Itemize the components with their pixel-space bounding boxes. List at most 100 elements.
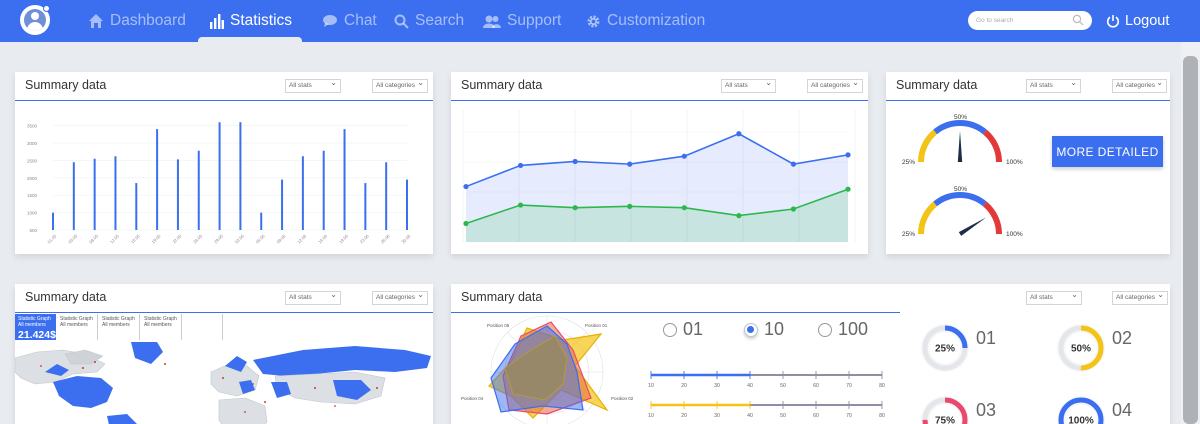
summary-card-bars: Summary data All stats All categories 35… bbox=[15, 72, 433, 254]
nav-statistics[interactable]: Statistics bbox=[209, 0, 292, 42]
data-point bbox=[681, 153, 687, 159]
gauge-arc-blue bbox=[933, 120, 987, 135]
data-point bbox=[463, 183, 469, 190]
legend-item-selected[interactable]: Statistic Graph All members 21.424$ bbox=[15, 314, 56, 341]
slider-tick-label: 60 bbox=[813, 413, 819, 419]
slider-tick-label: 60 bbox=[813, 383, 819, 389]
slider-tick-label: 70 bbox=[846, 383, 852, 389]
y-tick-label: 2500 bbox=[27, 158, 38, 163]
slider-tick-label: 50 bbox=[780, 383, 786, 389]
radar-label: Position 02 bbox=[611, 396, 634, 401]
stats-dropdown[interactable]: All stats bbox=[1026, 78, 1081, 93]
x-tick-label: 16.06 bbox=[317, 233, 328, 244]
radio-circle[interactable] bbox=[818, 322, 832, 337]
bar-chart: 3500 3000 2500 2000 1500 1000 500 01.05 05.05 08.… bbox=[27, 122, 412, 244]
nav-chat[interactable]: Chat bbox=[322, 0, 377, 42]
scrollbar-thumb[interactable] bbox=[1183, 56, 1198, 424]
data-point bbox=[517, 162, 524, 169]
radio-option-01[interactable]: 01 bbox=[663, 319, 703, 340]
card-divider bbox=[15, 100, 433, 101]
data-point bbox=[517, 202, 524, 208]
card-divider bbox=[451, 312, 900, 313]
x-tick-label: 23.06 bbox=[359, 233, 370, 244]
legend-item[interactable]: Statistic Graph All members bbox=[99, 314, 140, 340]
gauge-arc-red bbox=[982, 129, 1002, 163]
nav-customization[interactable]: Customization bbox=[586, 0, 705, 42]
x-tick-label: 26.05 bbox=[192, 233, 203, 244]
x-tick-label: 22.05 bbox=[171, 233, 182, 244]
radio-label: 10 bbox=[764, 319, 785, 339]
nav-search-label: Search bbox=[415, 12, 465, 29]
radio-label: 100 bbox=[838, 319, 869, 339]
stats-dropdown[interactable]: All stats bbox=[285, 78, 341, 93]
card-divider bbox=[15, 312, 433, 313]
categories-dropdown[interactable]: All categories bbox=[1112, 78, 1167, 93]
gauge-label-top: 50% bbox=[954, 186, 967, 193]
user-icon bbox=[24, 9, 46, 31]
radio-circle[interactable] bbox=[663, 322, 677, 337]
radar-label: Position 05 bbox=[487, 323, 510, 328]
legend-item[interactable]: Statistic Graph All members bbox=[57, 314, 98, 340]
x-tick-label: 05.06 bbox=[255, 233, 266, 244]
data-point bbox=[790, 206, 797, 212]
card-title: Summary data bbox=[461, 290, 543, 304]
gauge-needle bbox=[957, 131, 963, 162]
categories-dropdown[interactable]: All categories bbox=[1112, 290, 1168, 305]
slider-tick-label: 20 bbox=[681, 383, 687, 389]
card-divider bbox=[886, 100, 1170, 101]
logout-label: Logout bbox=[1125, 13, 1170, 29]
card-title: Summary data bbox=[896, 78, 978, 92]
x-tick-label: 12.05 bbox=[109, 233, 120, 244]
x-tick-label: 29.05 bbox=[213, 233, 224, 244]
gauge-label-right: 100% bbox=[1006, 159, 1023, 166]
data-point bbox=[736, 213, 742, 219]
user-avatar[interactable] bbox=[20, 5, 50, 35]
radar-label: Position 04 bbox=[461, 396, 484, 401]
search-input[interactable] bbox=[976, 14, 1072, 27]
categories-dropdown[interactable]: All categories bbox=[807, 78, 863, 93]
active-tab-indicator bbox=[198, 37, 302, 42]
gauge-label-right: 100% bbox=[1006, 231, 1023, 238]
slider-tick-label: 30 bbox=[714, 383, 720, 389]
stats-dropdown[interactable]: All stats bbox=[721, 78, 776, 93]
logout-button[interactable]: Logout bbox=[1106, 0, 1169, 42]
radio-label: 01 bbox=[683, 319, 704, 339]
stats-dropdown[interactable]: All stats bbox=[285, 290, 341, 305]
nav-support[interactable]: Support bbox=[483, 0, 561, 42]
x-tick-label: 15.05 bbox=[130, 233, 141, 244]
nav-support-label: Support bbox=[507, 12, 562, 29]
range-sliders: 10 20 30 40 50 60 70 80 10 20 30 40 50 60 70 80 bbox=[648, 371, 885, 419]
x-tick-label: 26.06 bbox=[380, 233, 391, 244]
support-icon bbox=[483, 15, 501, 28]
gauge-arc-blue bbox=[933, 192, 987, 207]
nav-search[interactable]: Search bbox=[394, 0, 464, 42]
nav-statistics-label: Statistics bbox=[230, 12, 293, 29]
summary-card-gauges: Summary data All stats All categories 25… bbox=[886, 72, 1170, 254]
card-divider bbox=[451, 100, 868, 101]
gauge-label-top: 50% bbox=[954, 114, 967, 121]
data-point bbox=[736, 131, 742, 137]
slider-tick-label: 10 bbox=[648, 383, 654, 389]
radio-option-100[interactable]: 100 bbox=[818, 319, 868, 340]
gear-icon bbox=[587, 15, 600, 27]
chat-icon bbox=[323, 15, 337, 27]
radio-option-10[interactable]: 10 bbox=[744, 319, 784, 340]
search-box[interactable] bbox=[968, 11, 1092, 30]
x-tick-label: 19.06 bbox=[338, 233, 349, 244]
legend-sub: All members bbox=[60, 322, 88, 328]
power-icon bbox=[1106, 15, 1120, 28]
y-tick-label: 2000 bbox=[27, 176, 38, 181]
legend-item[interactable]: Statistic Graph All members bbox=[141, 314, 182, 340]
categories-dropdown[interactable]: All categories bbox=[372, 290, 428, 305]
more-detailed-button[interactable]: MORE DETAILED bbox=[1052, 136, 1163, 167]
slider-tick-label: 70 bbox=[846, 413, 852, 419]
donut-percent-label: 75% bbox=[935, 416, 955, 424]
nav-dashboard[interactable]: Dashboard bbox=[88, 0, 186, 42]
y-tick-label: 3500 bbox=[27, 124, 38, 129]
slider-tick-label: 50 bbox=[780, 413, 786, 419]
categories-dropdown[interactable]: All categories bbox=[372, 78, 428, 93]
stats-dropdown[interactable]: All stats bbox=[1026, 290, 1082, 305]
radio-circle[interactable] bbox=[744, 322, 758, 337]
x-tick-label: 19.05 bbox=[151, 233, 162, 244]
search-icon bbox=[1072, 14, 1084, 26]
